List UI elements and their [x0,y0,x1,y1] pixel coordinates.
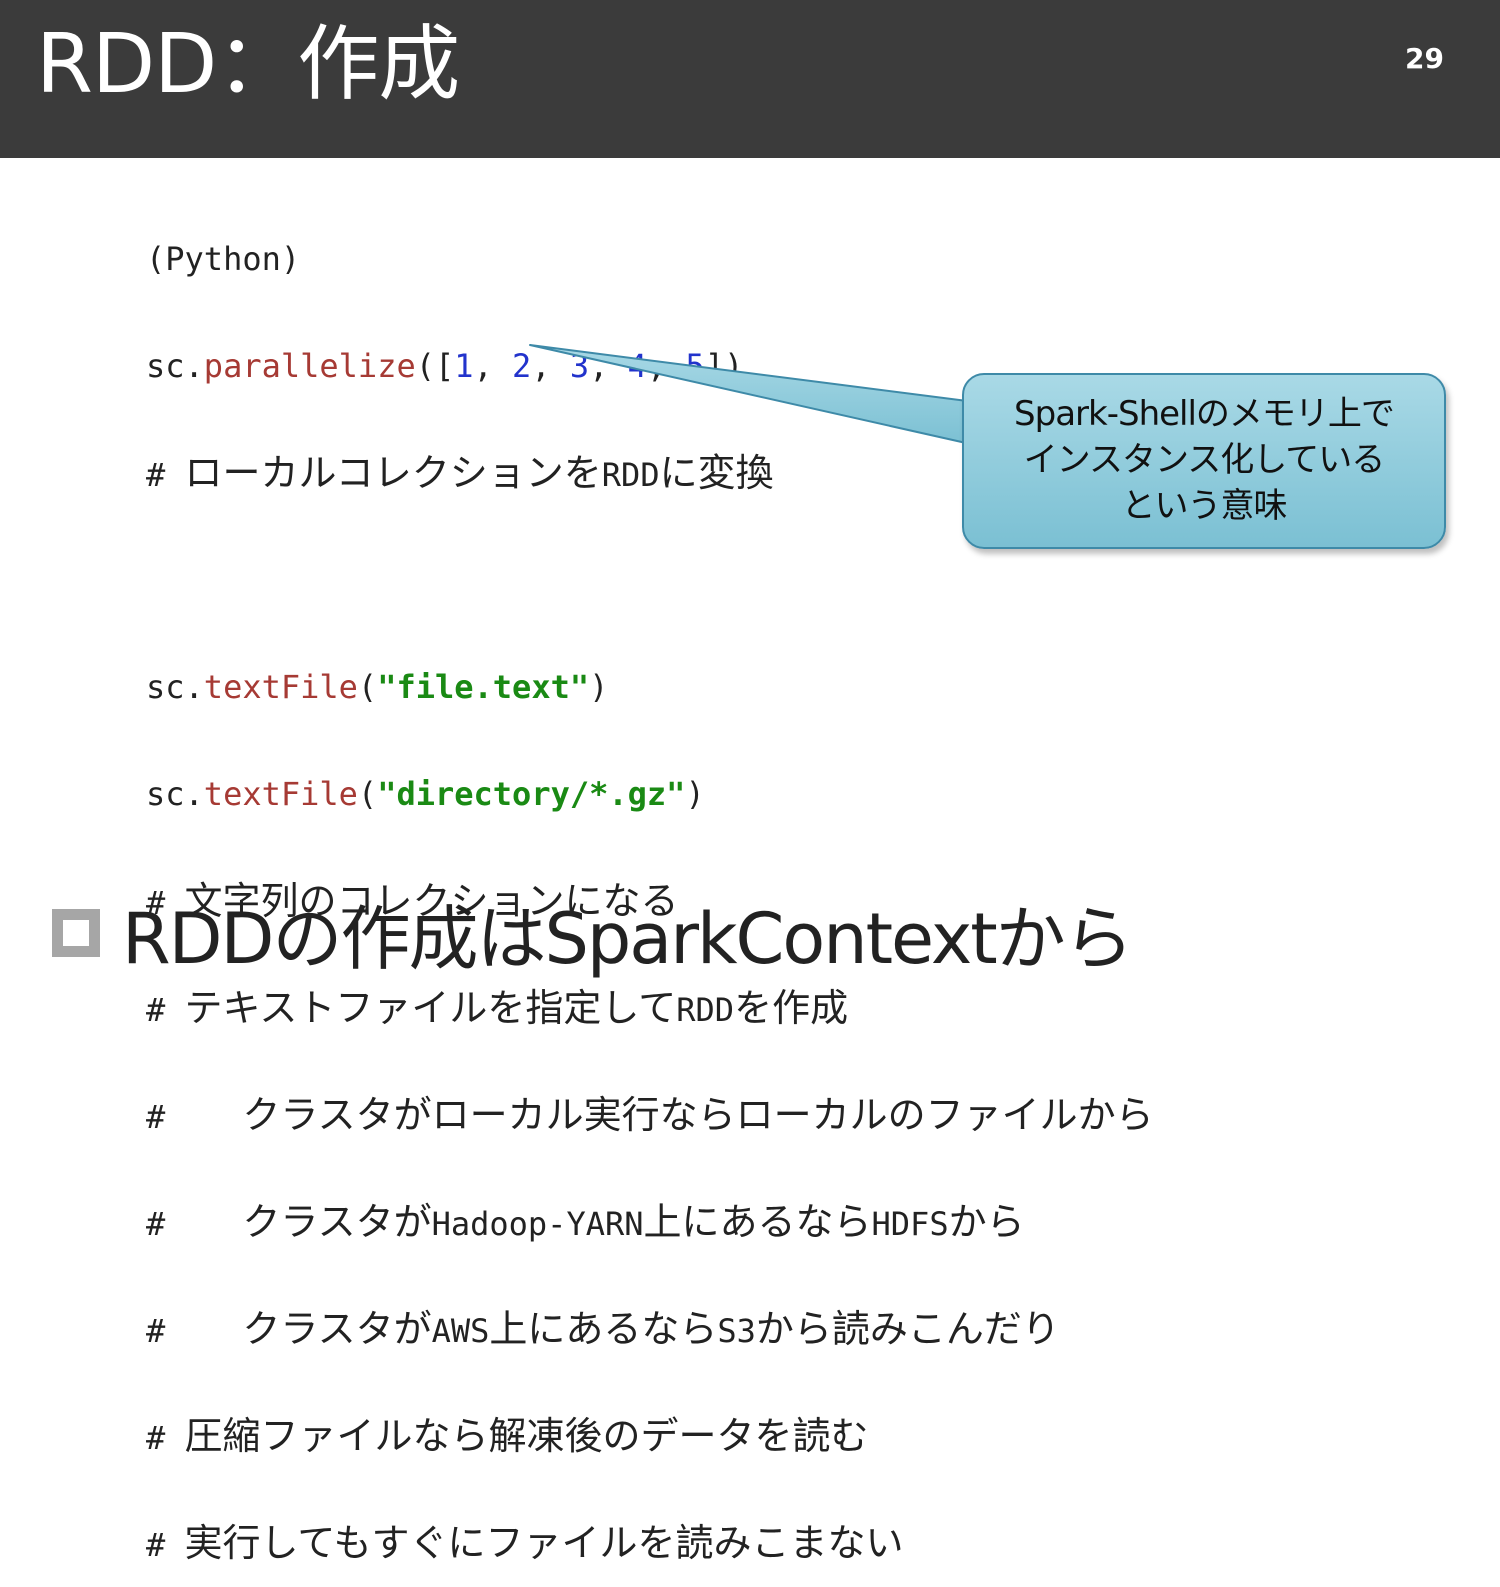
bullet-item: RDDの作成はSparkContextから [52,888,1134,980]
comment-code: Hadoop-YARN [431,1205,644,1243]
code-comment-line: # クラスタがHadoop-YARN上にあるならHDFSから [146,1197,1154,1247]
comment-code: HDFS [871,1205,949,1243]
comment-text: クラスタが [242,1307,432,1351]
square-bullet-icon [52,909,100,957]
code-comment-line: # 実行してもすぐにファイルを読みこまない [146,1518,1154,1568]
code-comment-line: # クラスタがAWS上にあるならS3から読みこんだり [146,1304,1154,1354]
callout-text: Spark-Shellのメモリ上で インスタンス化している という意味 [1014,394,1395,526]
comment-text: 実行してもすぐにファイルを読みこまない [184,1521,904,1565]
comment-hash: # [146,1419,185,1457]
comment-text: 上にあるなら [643,1200,872,1244]
comment-hash: # [146,1312,243,1350]
comment-hash: # [146,1205,243,1243]
comment-code: AWS [431,1312,490,1350]
callout-bubble: Spark-Shellのメモリ上で インスタンス化している という意味 [962,373,1446,549]
comment-text: から [948,1200,1025,1244]
comment-text: から読みこんだり [755,1307,1060,1351]
comment-code: S3 [717,1312,756,1350]
code-comment-line: # 圧縮ファイルなら解凍後のデータを読む [146,1411,1154,1461]
comment-text: 圧縮ファイルなら解凍後のデータを読む [184,1414,869,1458]
comment-text: クラスタが [242,1200,432,1244]
bullet-text: RDDの作成はSparkContextから [122,897,1134,980]
comment-hash: # [146,1526,185,1564]
comment-text: 上にあるなら [489,1307,718,1351]
